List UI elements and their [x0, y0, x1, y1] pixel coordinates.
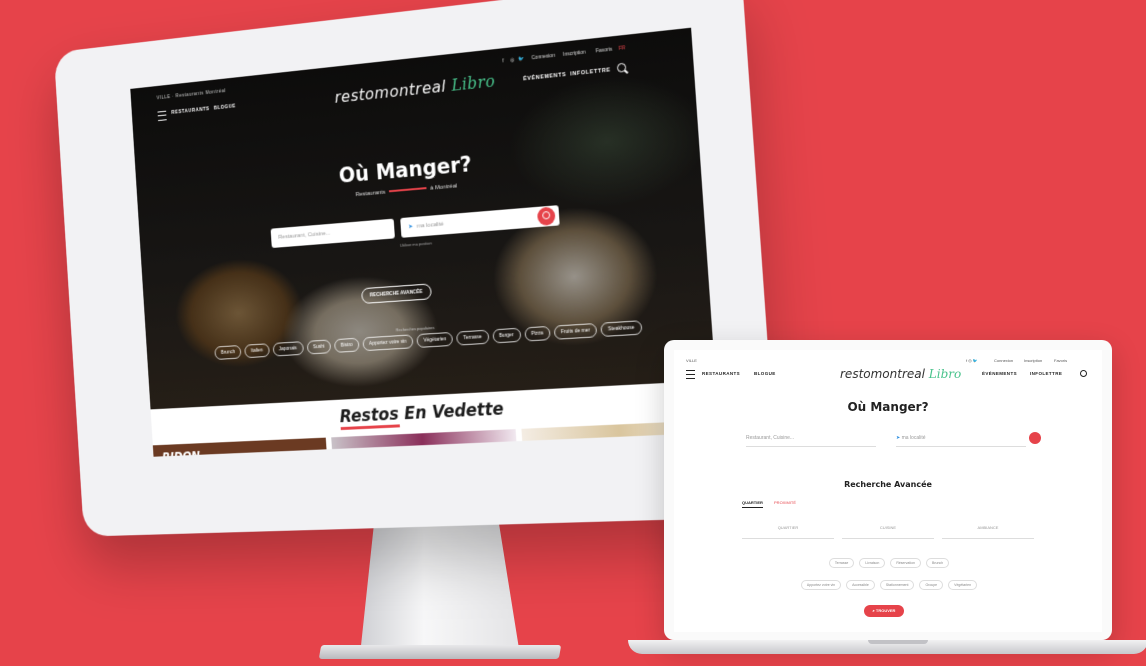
nav-evenements[interactable]: ÉVÉNEMENTS: [523, 72, 566, 83]
advanced-search-button[interactable]: RECHERCHE AVANCÉE: [361, 283, 432, 304]
filter-pills-row-1: Terrasse Livraison Réservation Brunch: [734, 558, 1044, 568]
search-submit-button[interactable]: [1029, 432, 1041, 444]
pill[interactable]: Japonais: [272, 341, 303, 356]
breadcrumb[interactable]: VILLE: [686, 358, 697, 363]
desktop-header: VILLE · Restaurants Montréal RESTAURANTS…: [130, 28, 695, 146]
location-placeholder: ma localité: [902, 435, 926, 441]
nav-restaurants[interactable]: RESTAURANTS: [702, 371, 740, 376]
tab-proximite[interactable]: PROXIMITÉ: [774, 500, 796, 507]
laptop-notch: [868, 640, 928, 644]
favorites-link[interactable]: Favoris: [1054, 358, 1067, 363]
search-input[interactable]: Restaurant, Cuisine...: [746, 430, 876, 447]
facebook-icon[interactable]: f: [502, 58, 504, 64]
search-mode-tabs: QUARTIER PROXIMITÉ: [742, 500, 806, 508]
signup-link[interactable]: Inscription: [563, 49, 586, 57]
search-icon[interactable]: [1080, 370, 1087, 377]
instagram-icon[interactable]: ◎: [510, 57, 515, 63]
logo-main: restomontreal: [334, 76, 447, 106]
twitter-icon[interactable]: 🐦: [518, 56, 524, 63]
site-logo[interactable]: restomontreal Libro: [334, 71, 496, 106]
menu-icon[interactable]: [686, 370, 695, 379]
nav-restaurants[interactable]: RESTAURANTS: [171, 106, 210, 116]
site-logo[interactable]: restomontreal Libro: [840, 367, 961, 381]
favorites-link[interactable]: Favoris: [596, 47, 613, 55]
filter-pill[interactable]: Stationnement: [880, 580, 915, 590]
social-icons[interactable]: f ◎ 🐦: [966, 358, 978, 363]
pill[interactable]: Apportez votre vin: [362, 334, 413, 351]
search-icon[interactable]: [617, 63, 627, 73]
hero-section: VILLE · Restaurants Montréal RESTAURANTS…: [130, 28, 715, 410]
signup-link[interactable]: Inscription: [1024, 358, 1042, 363]
breadcrumb[interactable]: VILLE · Restaurants Montréal: [156, 88, 226, 101]
logo-libro: Libro: [451, 71, 496, 94]
login-link[interactable]: Connexion: [994, 358, 1013, 363]
ambiance-select[interactable]: AMBIANCE: [942, 522, 1034, 539]
logo-main: restomontreal: [840, 367, 925, 381]
search-input[interactable]: Restaurant, Cuisine...: [271, 219, 395, 248]
location-input[interactable]: ➤ ma localité: [896, 430, 1026, 447]
find-button[interactable]: ⌕ TROUVER: [864, 605, 904, 617]
filter-pill[interactable]: Groupe: [919, 580, 943, 590]
filter-pill[interactable]: Brunch: [926, 558, 949, 568]
laptop-device: VILLE RESTAURANTS BLOGUE restomontreal L…: [648, 340, 1128, 660]
logo-libro: Libro: [929, 367, 961, 381]
filter-pill[interactable]: Apportez votre vin: [801, 580, 841, 590]
laptop-lid: VILLE RESTAURANTS BLOGUE restomontreal L…: [664, 340, 1112, 640]
login-link[interactable]: Connexion: [531, 53, 555, 62]
nav-infolettre[interactable]: INFOLETTRE: [1030, 371, 1062, 376]
pill[interactable]: Pizza: [524, 326, 551, 342]
filter-pill[interactable]: Accessible: [846, 580, 875, 590]
filter-pill[interactable]: Livraison: [859, 558, 885, 568]
location-input[interactable]: ➤ ma localité: [400, 205, 560, 238]
pill[interactable]: Steakhouse: [601, 320, 643, 337]
location-placeholder: ma localité: [417, 222, 444, 230]
cuisine-select[interactable]: CUISINE: [842, 522, 934, 539]
laptop-screen: VILLE RESTAURANTS BLOGUE restomontreal L…: [674, 350, 1102, 632]
advanced-search-title: Recherche Avancée: [674, 480, 1102, 489]
hero-sub-right: à Montréal: [430, 183, 457, 191]
accent-line: [389, 187, 427, 192]
language-link[interactable]: FR: [619, 45, 626, 52]
quartier-select[interactable]: QUARTIER: [742, 522, 834, 539]
hero-sub-left: Restaurants: [355, 190, 385, 198]
pill[interactable]: Sushi: [306, 339, 331, 354]
pill[interactable]: Fruits de mer: [553, 323, 597, 340]
pill[interactable]: Terrasse: [456, 330, 489, 346]
pill[interactable]: Brunch: [215, 345, 242, 360]
nav-evenements[interactable]: ÉVÉNEMENTS: [982, 371, 1017, 376]
nav-infolettre[interactable]: INFOLETTRE: [570, 67, 611, 77]
nav-blogue[interactable]: BLOGUE: [214, 103, 236, 111]
desktop-screen: VILLE · Restaurants Montréal RESTAURANTS…: [130, 28, 719, 457]
pill[interactable]: Italien: [244, 343, 269, 358]
pill[interactable]: Burger: [492, 328, 521, 344]
hero-title: Où Manger?: [674, 400, 1102, 414]
tab-quartier[interactable]: QUARTIER: [742, 500, 763, 508]
filter-pill[interactable]: Terrasse: [829, 558, 854, 568]
filter-pills-row-2: Apportez votre vin Accessible Stationnem…: [734, 580, 1044, 590]
nav-blogue[interactable]: BLOGUE: [754, 371, 776, 376]
menu-icon[interactable]: [157, 111, 166, 121]
featured-title-highlight: Restos: [339, 405, 399, 430]
filter-pill[interactable]: Végétarien: [948, 580, 977, 590]
hero-title: Où Manger?: [136, 131, 700, 205]
pill[interactable]: Bistro: [334, 338, 359, 353]
location-arrow-icon: ➤: [408, 224, 413, 230]
pill[interactable]: Végétarien: [416, 332, 453, 348]
use-location-link[interactable]: Utiliser ma position: [400, 240, 432, 247]
monitor-foot: [319, 645, 561, 659]
filter-pill[interactable]: Réservation: [890, 558, 921, 568]
